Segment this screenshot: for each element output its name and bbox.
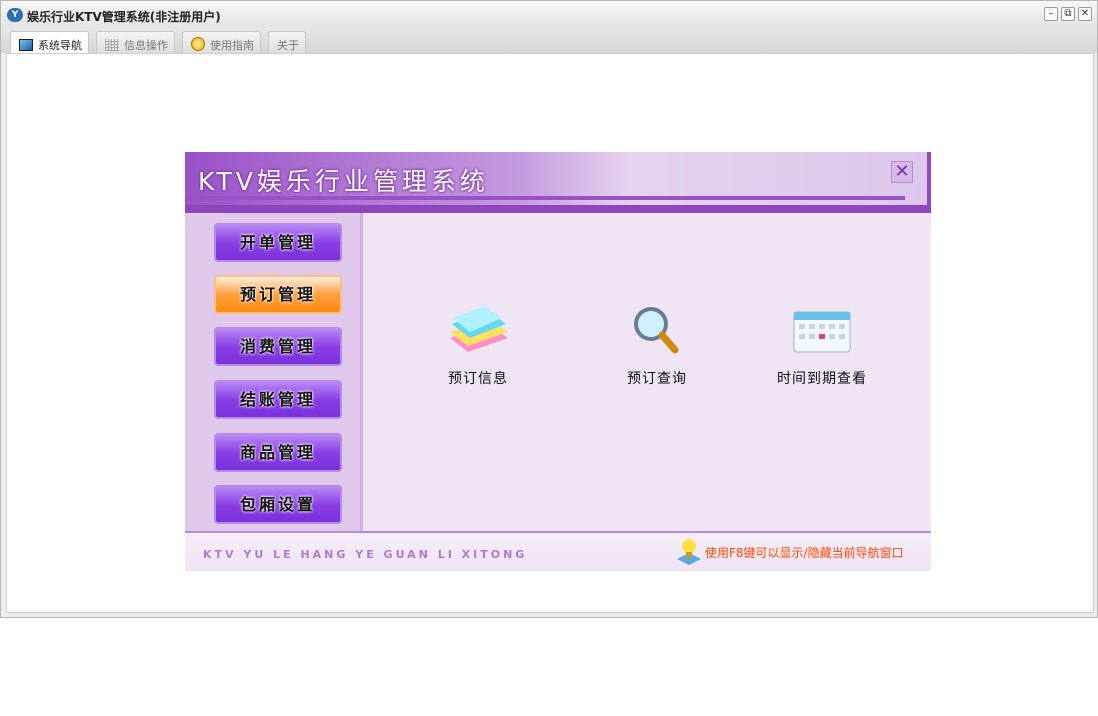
tab-user-guide[interactable]: 使用指南 — [182, 31, 261, 53]
restore-button[interactable]: ⧉ — [1061, 7, 1075, 21]
app-logo-icon: Y — [7, 8, 23, 22]
nav-reservation[interactable]: 预订管理 — [214, 275, 342, 314]
item-label: 预订查询 — [627, 371, 687, 387]
magnifier-icon — [634, 307, 679, 354]
lightbulb-icon — [677, 539, 701, 565]
nav-open-order[interactable]: 开单管理 — [214, 223, 342, 262]
panel-footer: KTV YU LE HANG YE GUAN LI XITONG 使用F8键可以… — [185, 531, 931, 571]
nav-goods[interactable]: 商品管理 — [214, 433, 342, 472]
panel-header: KTV娱乐行业管理系统 ✕ — [185, 152, 931, 205]
nav-room-settings[interactable]: 包厢设置 — [214, 485, 342, 524]
reservation-query-item[interactable]: 预订查询 — [587, 304, 727, 388]
tab-label: 使用指南 — [210, 39, 254, 52]
nav-consumption[interactable]: 消费管理 — [214, 327, 342, 366]
panel-title: KTV娱乐行业管理系统 — [198, 167, 489, 196]
tab-label: 关于 — [277, 39, 299, 52]
close-window-button[interactable]: ✕ — [1078, 7, 1092, 21]
nav-checkout[interactable]: 结账管理 — [214, 380, 342, 419]
tab-label: 系统导航 — [38, 39, 82, 52]
item-label: 时间到期查看 — [777, 371, 867, 387]
tab-info-ops[interactable]: 信息操作 — [96, 31, 175, 53]
footer-pinyin: KTV YU LE HANG YE GUAN LI XITONG — [203, 548, 528, 561]
footer-tip: 使用F8键可以显示/隐藏当前导航窗口 — [705, 546, 904, 560]
grid-icon — [105, 39, 119, 51]
reservation-info-item[interactable]: 预订信息 — [408, 304, 548, 388]
tab-label: 信息操作 — [124, 39, 168, 52]
navigation-panel: KTV娱乐行业管理系统 ✕ 开单管理 预订管理 消费管理 结账管理 商品管理 包… — [185, 152, 931, 571]
header-band — [185, 205, 931, 213]
sidebar: 开单管理 预订管理 消费管理 结账管理 商品管理 包厢设置 — [185, 213, 363, 531]
tab-system-nav[interactable]: 系统导航 — [10, 31, 89, 54]
header-divider — [185, 196, 905, 200]
item-label: 预订信息 — [448, 371, 508, 387]
calendar-icon — [793, 311, 851, 353]
tab-about[interactable]: 关于 — [268, 31, 306, 53]
minimize-button[interactable]: – — [1044, 7, 1058, 21]
monitor-icon — [19, 39, 33, 51]
panel-close-button[interactable]: ✕ — [891, 161, 913, 183]
books-icon — [450, 306, 508, 352]
title-bar: Y 娱乐行业KTV管理系统(非注册用户) – ⧉ ✕ — [1, 1, 1097, 28]
window-title: 娱乐行业KTV管理系统(非注册用户) — [27, 10, 221, 24]
tab-strip: 系统导航 信息操作 使用指南 关于 — [1, 28, 1097, 54]
expiry-view-item[interactable]: 时间到期查看 — [752, 304, 892, 388]
help-icon — [191, 37, 205, 51]
